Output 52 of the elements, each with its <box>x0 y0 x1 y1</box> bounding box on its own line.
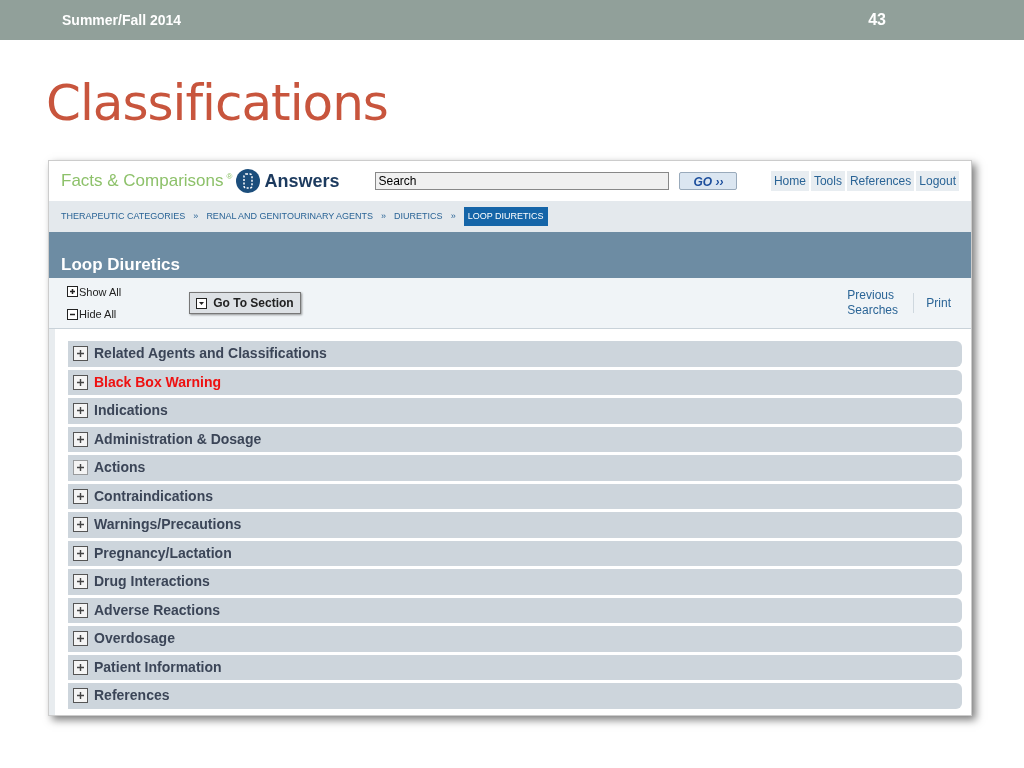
section-header[interactable]: Administration & Dosage <box>68 426 962 452</box>
breadcrumb-link[interactable]: RENAL AND GENITOURINARY AGENTS <box>206 209 374 224</box>
slide-footer-text: Summer/Fall 2014 <box>62 10 182 30</box>
plus-icon <box>67 286 78 298</box>
section-header[interactable]: Related Agents and Classifications <box>68 341 962 367</box>
nav-link[interactable]: Logout <box>916 171 959 191</box>
logo[interactable]: Facts & Comparisons $^{®}$ Answers <box>61 167 340 195</box>
expand-icon[interactable] <box>73 431 88 447</box>
page-title: Loop Diuretics <box>61 253 180 276</box>
expand-icon[interactable] <box>73 574 88 590</box>
slide-title: Classifications <box>46 78 389 128</box>
expand-icon[interactable] <box>73 545 88 561</box>
nav-link[interactable]: Home <box>770 171 809 191</box>
section-header[interactable]: References <box>68 683 962 709</box>
expand-icon[interactable] <box>73 403 88 419</box>
expand-icon[interactable] <box>73 346 88 362</box>
previous-searches-link[interactable]: Previous Searches <box>847 288 902 318</box>
expand-icon[interactable] <box>73 602 88 618</box>
go-button[interactable]: GO ›› <box>679 172 738 190</box>
expand-icon[interactable] <box>73 688 88 704</box>
section-header[interactable]: Pregnancy/Lactation <box>68 540 962 566</box>
section-header[interactable]: Actions <box>68 455 962 481</box>
section-header[interactable]: Contraindications <box>68 483 962 509</box>
breadcrumb-separator: » <box>193 209 199 223</box>
expand-icon[interactable] <box>73 659 88 675</box>
show-all-button[interactable]: Show All <box>67 283 122 300</box>
breadcrumb-link[interactable]: LOOP DIURETICS <box>463 206 548 227</box>
nav-link[interactable]: Tools <box>810 171 845 191</box>
logo-icon <box>235 168 262 194</box>
nav-link[interactable]: References <box>846 171 915 191</box>
section-header[interactable]: Overdosage <box>68 626 962 652</box>
section-header[interactable]: Adverse Reactions <box>68 597 962 623</box>
hide-all-button[interactable]: Hide All <box>67 306 122 323</box>
section-header[interactable]: Indications <box>68 398 962 424</box>
dropdown-icon <box>196 297 208 309</box>
expand-icon[interactable] <box>73 517 88 533</box>
expand-icon[interactable] <box>73 631 88 647</box>
go-to-section-button[interactable]: Go To Section <box>189 292 301 314</box>
breadcrumb-link[interactable]: THERAPEUTIC CATEGORIES <box>61 209 186 224</box>
section-header[interactable]: Drug Interactions <box>68 569 962 595</box>
expand-icon[interactable] <box>73 488 88 504</box>
breadcrumb-separator: » <box>450 209 456 223</box>
breadcrumb-link[interactable]: DIURETICS <box>394 209 443 224</box>
search-field[interactable]: Search <box>375 172 670 190</box>
print-link[interactable]: Print <box>926 294 951 312</box>
section-header[interactable]: Warnings/Precautions <box>68 512 962 538</box>
breadcrumb-separator: » <box>381 209 387 223</box>
section-header[interactable]: Patient Information <box>68 654 962 680</box>
minus-icon <box>67 308 78 320</box>
page-number: 43 <box>868 10 886 30</box>
expand-icon[interactable] <box>73 460 88 476</box>
expand-icon[interactable] <box>73 374 88 390</box>
